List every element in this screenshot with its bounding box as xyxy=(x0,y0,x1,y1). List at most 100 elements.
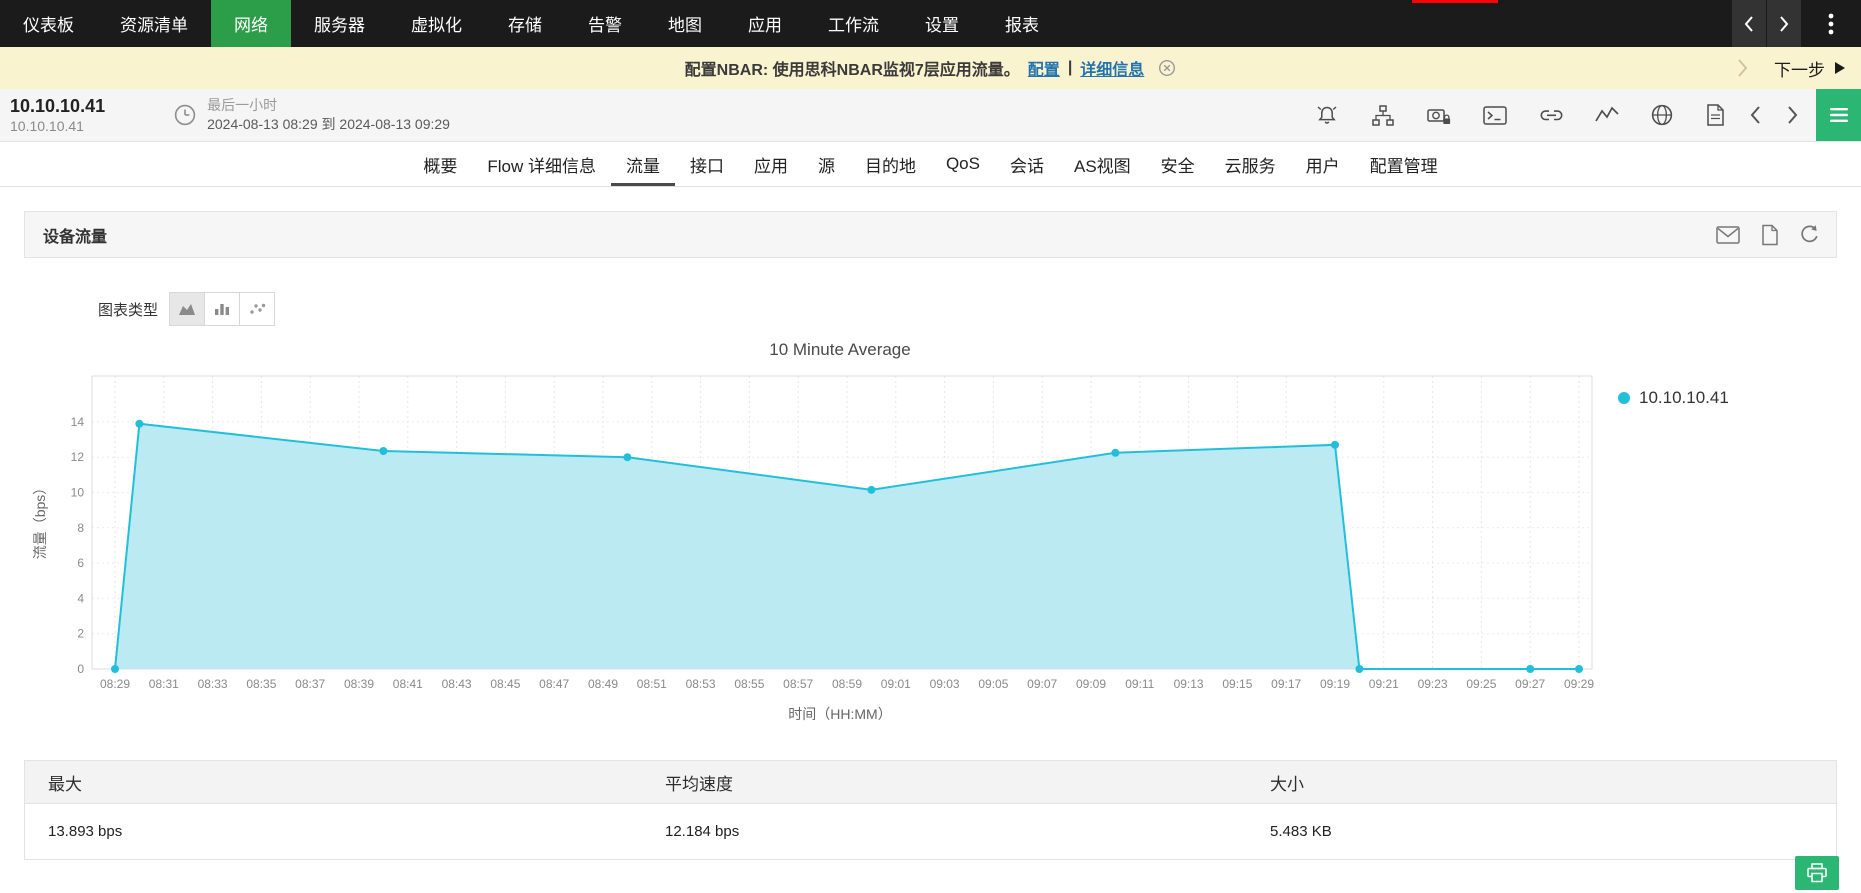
svg-text:09:29: 09:29 xyxy=(1564,677,1594,691)
topology-icon[interactable] xyxy=(1370,104,1396,127)
tab-source[interactable]: 源 xyxy=(803,142,850,186)
summary-table-row: 13.893 bps 12.184 bps 5.483 KB xyxy=(25,804,1836,859)
camera-lock-icon[interactable] xyxy=(1426,104,1452,127)
nav-item-settings[interactable]: 设置 xyxy=(902,0,982,47)
nav-item-maps[interactable]: 地图 xyxy=(645,0,725,47)
tab-interfaces[interactable]: 接口 xyxy=(675,142,739,186)
svg-text:09:27: 09:27 xyxy=(1515,677,1545,691)
header-cell-size: 大小 xyxy=(1247,770,1836,795)
nav-item-network[interactable]: 网络 xyxy=(211,0,291,47)
svg-text:2: 2 xyxy=(77,627,84,641)
area-chart-icon xyxy=(178,302,196,316)
email-report-icon[interactable] xyxy=(1716,226,1740,244)
next-device-button[interactable] xyxy=(1786,105,1799,125)
top-nav: 仪表板 资源清单 网络 服务器 虚拟化 存储 告警 地图 应用 工作流 设置 报… xyxy=(0,0,1861,47)
scatter-chart-button[interactable] xyxy=(239,292,275,326)
value-cell-max: 13.893 bps xyxy=(25,823,642,840)
svg-text:08:55: 08:55 xyxy=(734,677,764,691)
tab-users[interactable]: 用户 xyxy=(1291,142,1355,186)
svg-text:09:15: 09:15 xyxy=(1222,677,1252,691)
svg-text:08:37: 08:37 xyxy=(295,677,325,691)
nav-scroll-left-button[interactable] xyxy=(1732,0,1766,47)
device-header: 10.10.10.41 10.10.10.41 最后一小时 2024-08-13… xyxy=(0,89,1861,142)
area-chart-button[interactable] xyxy=(169,292,205,326)
svg-text:8: 8 xyxy=(77,521,84,535)
nav-item-applications[interactable]: 应用 xyxy=(725,0,805,47)
svg-text:08:39: 08:39 xyxy=(344,677,374,691)
svg-text:08:33: 08:33 xyxy=(198,677,228,691)
legend-swatch xyxy=(1618,392,1630,404)
device-traffic-section-header: 设备流量 xyxy=(24,211,1837,258)
banner-details-link[interactable]: 详细信息 xyxy=(1080,56,1144,80)
nav-scroll-right-button[interactable] xyxy=(1767,0,1801,47)
svg-text:08:29: 08:29 xyxy=(100,677,130,691)
chevron-left-icon xyxy=(1743,15,1755,33)
nav-item-servers[interactable]: 服务器 xyxy=(291,0,388,47)
play-icon xyxy=(1835,62,1845,74)
pdf-export-icon[interactable] xyxy=(1704,103,1726,127)
chevron-right-icon xyxy=(1778,15,1790,33)
tab-sessions[interactable]: 会话 xyxy=(995,142,1059,186)
summary-table-header: 最大 平均速度 大小 xyxy=(25,761,1836,804)
bar-chart-button[interactable] xyxy=(204,292,240,326)
link-icon[interactable] xyxy=(1538,105,1565,126)
nav-item-alarms[interactable]: 告警 xyxy=(565,0,645,47)
nav-item-dashboard[interactable]: 仪表板 xyxy=(0,0,97,47)
previous-device-button[interactable] xyxy=(1749,105,1762,125)
banner-chevron-icon xyxy=(1736,58,1748,78)
nav-item-virtualization[interactable]: 虚拟化 xyxy=(388,0,485,47)
svg-text:08:57: 08:57 xyxy=(783,677,813,691)
more-menu-button[interactable] xyxy=(1801,0,1861,47)
svg-text:08:35: 08:35 xyxy=(246,677,276,691)
print-button[interactable] xyxy=(1795,856,1839,890)
scatter-chart-icon xyxy=(248,302,266,316)
svg-text:10: 10 xyxy=(71,485,85,499)
svg-text:08:47: 08:47 xyxy=(539,677,569,691)
clock-icon xyxy=(173,103,197,127)
svg-text:08:49: 08:49 xyxy=(588,677,618,691)
tab-overview[interactable]: 概要 xyxy=(408,142,472,186)
refresh-icon[interactable] xyxy=(1799,224,1820,245)
traffic-summary-table: 最大 平均速度 大小 13.893 bps 12.184 bps 5.483 K… xyxy=(24,760,1837,860)
next-step-button[interactable]: 下一步 xyxy=(1774,56,1825,81)
sparkline-icon[interactable] xyxy=(1595,105,1620,125)
tab-traffic[interactable]: 流量 xyxy=(611,142,675,186)
tab-applications[interactable]: 应用 xyxy=(739,142,803,186)
svg-text:09:21: 09:21 xyxy=(1369,677,1399,691)
nav-item-inventory[interactable]: 资源清单 xyxy=(97,0,211,47)
svg-text:09:05: 09:05 xyxy=(978,677,1008,691)
legend-label: 10.10.10.41 xyxy=(1639,388,1729,408)
nav-item-storage[interactable]: 存储 xyxy=(485,0,565,47)
svg-text:6: 6 xyxy=(77,556,84,570)
device-name[interactable]: 10.10.10.41 xyxy=(10,95,105,118)
chart-type-controls: 图表类型 xyxy=(98,292,1861,326)
svg-text:09:11: 09:11 xyxy=(1125,677,1154,691)
banner-close-button[interactable] xyxy=(1158,59,1176,77)
pdf-download-icon[interactable] xyxy=(1760,224,1779,246)
chart-legend[interactable]: 10.10.10.41 xyxy=(1618,388,1729,408)
alarm-bell-icon[interactable] xyxy=(1314,103,1340,127)
svg-text:09:19: 09:19 xyxy=(1320,677,1350,691)
terminal-icon[interactable] xyxy=(1482,104,1508,127)
nav-item-workflow[interactable]: 工作流 xyxy=(805,0,902,47)
time-period-label: 最后一小时 xyxy=(207,96,450,115)
nav-item-reports[interactable]: 报表 xyxy=(982,0,1062,47)
close-circle-icon xyxy=(1158,59,1176,77)
tab-config-management[interactable]: 配置管理 xyxy=(1355,142,1453,186)
side-menu-button[interactable] xyxy=(1816,89,1861,141)
header-cell-average-speed: 平均速度 xyxy=(642,770,1247,795)
time-period-selector[interactable]: 最后一小时 2024-08-13 08:29 到 2024-08-13 09:2… xyxy=(173,96,450,134)
hamburger-icon xyxy=(1829,107,1849,123)
svg-text:08:43: 08:43 xyxy=(442,677,472,691)
tab-security[interactable]: 安全 xyxy=(1146,142,1210,186)
tab-destination[interactable]: 目的地 xyxy=(850,142,931,186)
svg-text:08:53: 08:53 xyxy=(686,677,716,691)
svg-text:09:09: 09:09 xyxy=(1076,677,1106,691)
tab-flow-details[interactable]: Flow 详细信息 xyxy=(472,142,611,186)
globe-icon[interactable] xyxy=(1650,103,1674,127)
svg-text:08:59: 08:59 xyxy=(832,677,862,691)
tab-as-view[interactable]: AS视图 xyxy=(1059,142,1146,186)
banner-configure-link[interactable]: 配置 xyxy=(1028,56,1060,80)
tab-qos[interactable]: QoS xyxy=(931,142,995,186)
tab-cloud-services[interactable]: 云服务 xyxy=(1210,142,1291,186)
